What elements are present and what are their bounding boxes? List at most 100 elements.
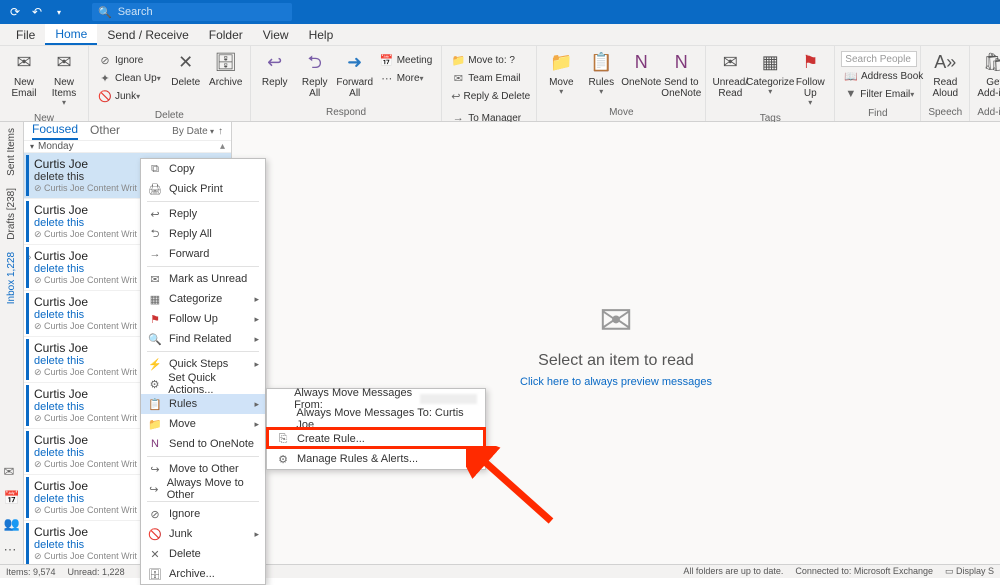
menu-file[interactable]: File: [6, 24, 45, 45]
folder-rail: Sent Items Drafts [238] Inbox 1,228 ✉ 📅 …: [0, 122, 24, 564]
menu-folder[interactable]: Folder: [199, 24, 253, 45]
cleanup-button[interactable]: ✦Clean Up: [95, 69, 164, 87]
ctx-reply[interactable]: ↩Reply: [141, 204, 265, 224]
delete-button[interactable]: ✕Delete: [166, 49, 206, 90]
manage-rules-icon: ⚙: [275, 453, 291, 466]
categorize-button[interactable]: ▦Categorize: [750, 49, 790, 99]
filter-email-button[interactable]: ▼Filter Email: [841, 85, 917, 103]
forward-icon: ➜: [342, 51, 368, 75]
calendar-icon: 📅: [380, 53, 394, 67]
ignore-button[interactable]: ⊘Ignore: [95, 51, 164, 69]
ctx-copy[interactable]: ⧉Copy: [141, 159, 265, 179]
redacted-email: [420, 394, 477, 404]
ctx-delete[interactable]: ✕Delete: [141, 544, 265, 564]
vtab-sent[interactable]: Sent Items: [4, 122, 19, 182]
menu-help[interactable]: Help: [299, 24, 344, 45]
vtab-inbox[interactable]: Inbox 1,228: [4, 246, 19, 310]
menu-view[interactable]: View: [253, 24, 299, 45]
mail-nav-icon[interactable]: ✉: [4, 464, 20, 480]
reading-placeholder-title: Select an item to read: [538, 352, 694, 370]
respond-more-button[interactable]: ⋯More: [377, 69, 436, 87]
junk-button[interactable]: 🚫Junk: [95, 87, 164, 105]
ctx-set-quick-actions[interactable]: ⚙Set Quick Actions...: [141, 374, 265, 394]
unread-bar: [26, 477, 29, 518]
search-box[interactable]: 🔍 Search: [92, 3, 292, 21]
filter-icon: ▼: [844, 87, 857, 101]
people-nav-icon[interactable]: 👥: [4, 516, 20, 532]
sub-always-from[interactable]: Always Move Messages From:: [267, 389, 485, 409]
vtab-drafts[interactable]: Drafts [238]: [4, 182, 19, 246]
calendar-nav-icon[interactable]: 📅: [4, 490, 20, 506]
rules-button[interactable]: 📋Rules: [581, 49, 621, 99]
ctx-followup[interactable]: ⚑Follow Up▸: [141, 309, 265, 329]
group-collapse-icon[interactable]: ▴: [220, 141, 225, 152]
tab-focused[interactable]: Focused: [32, 122, 78, 140]
ribbon-group-respond: ↩Reply ⮌Reply All ➜Forward All 📅Meeting …: [251, 46, 443, 121]
new-email-button[interactable]: ✉New Email: [4, 49, 44, 101]
sub-manage-rules[interactable]: ⚙Manage Rules & Alerts...: [267, 449, 485, 469]
menu-send-receive[interactable]: Send / Receive: [97, 24, 198, 45]
ctx-move-to-other[interactable]: ↪Move to Other: [141, 459, 265, 479]
refresh-icon[interactable]: ⟳: [6, 3, 24, 21]
ctx-junk[interactable]: 🚫Junk▸: [141, 524, 265, 544]
date-group-header[interactable]: ▾ Monday ▴: [24, 141, 231, 153]
ctx-archive[interactable]: 🗄Archive...: [141, 564, 265, 584]
qat-dropdown-icon[interactable]: ▾: [50, 3, 68, 21]
address-book-button[interactable]: 📖Address Book: [841, 67, 917, 85]
ribbon-group-new: ✉New Email ✉New Items New: [0, 46, 89, 121]
ribbon: ✉New Email ✉New Items New ⊘Ignore ✦Clean…: [0, 46, 1000, 122]
mail-closed-icon: ✉: [147, 273, 163, 286]
search-people-input[interactable]: Search People: [841, 51, 917, 67]
ctx-ignore[interactable]: ⊘Ignore: [141, 504, 265, 524]
message-list-header: Focused Other By Date ↑: [24, 122, 231, 141]
read-aloud-button[interactable]: A»Read Aloud: [925, 49, 965, 101]
ctx-reply-all[interactable]: ⮌Reply All: [141, 224, 265, 244]
ctx-mark-unread[interactable]: ✉Mark as Unread: [141, 269, 265, 289]
onenote-button[interactable]: NOneNote: [621, 49, 661, 90]
reply-delete-icon: ↩: [451, 89, 460, 103]
archive-button[interactable]: 🗄Archive: [206, 49, 246, 90]
move-button[interactable]: 📁Move: [541, 49, 581, 99]
respond-meeting-button[interactable]: 📅Meeting: [377, 51, 436, 69]
reading-preview-link[interactable]: Click here to always preview messages: [520, 376, 712, 388]
reply-all-button[interactable]: ⮌Reply All: [295, 49, 335, 101]
status-display[interactable]: ▭ Display S: [945, 566, 994, 577]
print-icon: 🖨: [147, 183, 163, 196]
sort-arrow-icon[interactable]: ↑: [218, 126, 223, 137]
sort-dropdown[interactable]: By Date: [172, 126, 214, 137]
undo-icon[interactable]: ↶: [28, 3, 46, 21]
qs-moveto[interactable]: 📁Move to: ?: [448, 51, 530, 69]
ctx-categorize[interactable]: ▦Categorize▸: [141, 289, 265, 309]
sub-always-to[interactable]: Always Move Messages To: Curtis Joe: [267, 409, 485, 429]
ctx-quick-steps[interactable]: ⚡Quick Steps▸: [141, 354, 265, 374]
new-items-button[interactable]: ✉New Items: [44, 49, 84, 110]
get-addins-button[interactable]: 🛍Get Add-ins: [974, 49, 1000, 101]
unread-bar: [26, 247, 29, 288]
reply-button[interactable]: ↩Reply: [255, 49, 295, 90]
onenote-icon: N: [147, 438, 163, 450]
rules-icon: 📋: [147, 398, 163, 411]
sub-create-rule[interactable]: ⎘Create Rule...: [267, 429, 485, 449]
menu-home[interactable]: Home: [45, 24, 97, 45]
unread-button[interactable]: ✉Unread/ Read: [710, 49, 750, 101]
ribbon-group-tags: ✉Unread/ Read ▦Categorize ⚑Follow Up Tag…: [706, 46, 835, 121]
trash-icon: ✕: [147, 548, 163, 561]
tab-other[interactable]: Other: [90, 123, 120, 139]
sendto-onenote-button[interactable]: NSend to OneNote: [661, 49, 701, 101]
ctx-rules[interactable]: 📋Rules▸: [141, 394, 265, 414]
ctx-forward[interactable]: →Forward: [141, 244, 265, 264]
qs-replydelete[interactable]: ↩Reply & Delete: [448, 87, 530, 105]
ctx-always-move-other[interactable]: ↪Always Move to Other: [141, 479, 265, 499]
qs-teamemail[interactable]: ✉Team Email: [448, 69, 530, 87]
search-icon: 🔍: [147, 333, 163, 346]
ctx-move[interactable]: 📁Move▸: [141, 414, 265, 434]
ctx-send-to-onenote[interactable]: NSend to OneNote: [141, 434, 265, 454]
ctx-quickprint[interactable]: 🖨Quick Print: [141, 179, 265, 199]
more-nav-icon[interactable]: ⋯: [4, 542, 20, 558]
unread-bar: [26, 155, 29, 196]
menu-strip: File Home Send / Receive Folder View Hel…: [0, 24, 1000, 46]
followup-button[interactable]: ⚑Follow Up: [790, 49, 830, 110]
ribbon-group-addins: 🛍Get Add-ins Add-ins: [970, 46, 1000, 121]
ctx-find-related[interactable]: 🔍Find Related▸: [141, 329, 265, 349]
forward-button[interactable]: ➜Forward All: [335, 49, 375, 101]
